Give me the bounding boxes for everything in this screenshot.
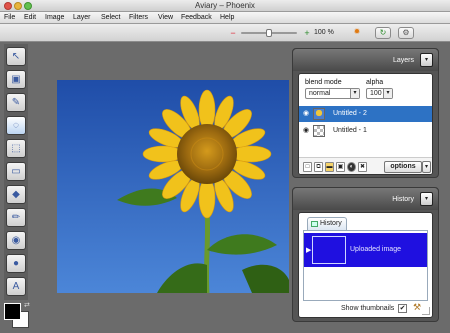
history-panel-body: History ▶ Uploaded image Show thumbnails…: [298, 212, 433, 318]
history-thumbnail: [312, 236, 346, 264]
history-panel-header: History ▾: [293, 188, 438, 210]
layer-thumbnail: [313, 125, 325, 137]
menu-filters[interactable]: Filters: [129, 14, 148, 21]
duplicate-layer-icon[interactable]: ⧉: [314, 162, 323, 172]
zoom-out-icon[interactable]: −: [228, 28, 238, 38]
layer-name: Untitled - 2: [333, 110, 367, 117]
swap-colors-icon[interactable]: ⇄: [24, 301, 30, 309]
fill-tool-icon[interactable]: ◆: [6, 185, 26, 204]
blend-mode-select[interactable]: normal ▾: [305, 88, 360, 99]
menu-file[interactable]: File: [4, 14, 15, 21]
zoom-level-label: 100 %: [314, 29, 334, 36]
menu-edit[interactable]: Edit: [24, 14, 36, 21]
history-item-label: Uploaded image: [350, 246, 401, 253]
pencil-tool-icon[interactable]: ✏: [6, 208, 26, 227]
menu-layer[interactable]: Layer: [73, 14, 91, 21]
visibility-eye-icon[interactable]: ◉: [303, 110, 310, 117]
zoom-in-icon[interactable]: +: [302, 28, 312, 38]
title-bar: Aviary – Phoenix: [0, 0, 450, 12]
sunflower-photo: [57, 80, 289, 293]
move-tool-icon[interactable]: ↖: [6, 47, 26, 66]
foreground-color-swatch[interactable]: [4, 303, 21, 320]
chevron-down-icon: ▾: [383, 89, 392, 98]
alpha-select[interactable]: 100 ▾: [366, 88, 393, 99]
transform-tool-icon[interactable]: ▣: [6, 70, 26, 89]
history-tab-icon: [311, 221, 318, 227]
image-canvas[interactable]: [57, 80, 289, 293]
history-panel-menu-button[interactable]: ▾: [420, 192, 433, 206]
alpha-label: alpha: [366, 79, 384, 86]
lasso-tool-icon[interactable]: ◌: [6, 116, 26, 135]
show-thumbnails-checkbox[interactable]: ✔: [398, 304, 407, 313]
menu-select[interactable]: Select: [101, 14, 120, 21]
resize-grip-icon[interactable]: [422, 307, 430, 315]
stamp-tool-icon[interactable]: ◉: [6, 231, 26, 250]
options-button[interactable]: options: [384, 161, 422, 173]
menu-feedback[interactable]: Feedback: [181, 14, 212, 21]
menu-view[interactable]: View: [158, 14, 173, 21]
text-tool-icon[interactable]: A: [6, 277, 26, 296]
layers-panel-header: Layers ▾: [293, 49, 438, 71]
visibility-eye-icon[interactable]: ◉: [303, 127, 310, 134]
window-title: Aviary – Phoenix: [195, 1, 255, 10]
clear-history-broom-icon[interactable]: ⚒: [413, 302, 421, 313]
chevron-down-icon: ▾: [350, 89, 359, 98]
settings-button[interactable]: ⚙: [398, 27, 414, 39]
history-tab-label: History: [320, 220, 342, 227]
top-toolbar: − + 100 % ✹ ↻ ⚙: [0, 24, 450, 42]
layer-thumbnail: [313, 108, 325, 120]
zoom-slider-thumb[interactable]: [266, 29, 272, 37]
menu-bar: File Edit Image Layer Select Filters Vie…: [0, 12, 450, 24]
history-panel: History ▾ History ▶ Uploaded image Show …: [292, 187, 439, 322]
menu-image[interactable]: Image: [45, 14, 64, 21]
new-layer-icon[interactable]: □: [303, 162, 312, 172]
share-button[interactable]: ↻: [375, 27, 391, 39]
lock-icon[interactable]: ▣: [336, 162, 345, 172]
layers-panel: Layers ▾ blend mode alpha normal ▾ 100 ▾…: [292, 48, 439, 178]
history-panel-title: History: [392, 196, 414, 203]
show-thumbnails-label: Show thumbnails: [341, 305, 395, 312]
tab-history[interactable]: History: [307, 217, 347, 230]
options-dropdown-icon[interactable]: ▾: [422, 161, 431, 173]
layer-row-untitled-2[interactable]: ◉ Untitled - 2: [299, 106, 432, 122]
tool-palette: ↖ ▣ ✎ ◌ ⬚ ▭ ◆ ✏ ◉ ● A: [4, 44, 28, 300]
current-state-arrow-icon: ▶: [306, 247, 312, 254]
marquee-tool-icon[interactable]: ⬚: [6, 139, 26, 158]
mask-icon[interactable]: ◐: [347, 162, 356, 172]
layer-actions-bar: □ ⧉ ▬ ▣ ◐ ✖ options ▾: [299, 157, 432, 174]
alpha-value: 100: [370, 90, 382, 97]
history-list: ▶ Uploaded image: [303, 230, 428, 301]
blend-mode-label: blend mode: [305, 79, 342, 86]
delete-layer-icon[interactable]: ✖: [358, 162, 367, 172]
layers-panel-menu-button[interactable]: ▾: [420, 53, 433, 67]
effects-sparkle-icon[interactable]: ✹: [350, 27, 364, 39]
menu-help[interactable]: Help: [220, 14, 234, 21]
brush-tool-icon[interactable]: ✎: [6, 93, 26, 112]
history-item-uploaded-image[interactable]: ▶ Uploaded image: [304, 233, 427, 267]
blend-mode-value: normal: [309, 90, 331, 97]
layers-panel-body: blend mode alpha normal ▾ 100 ▾ ◉ Untitl…: [298, 73, 433, 175]
zoom-slider[interactable]: [241, 29, 297, 37]
folder-icon[interactable]: ▬: [325, 162, 334, 172]
eraser-tool-icon[interactable]: ▭: [6, 162, 26, 181]
blur-tool-icon[interactable]: ●: [6, 254, 26, 273]
layer-name: Untitled - 1: [333, 127, 367, 134]
layer-row-untitled-1[interactable]: ◉ Untitled - 1: [299, 123, 432, 139]
layers-panel-title: Layers: [392, 57, 414, 64]
